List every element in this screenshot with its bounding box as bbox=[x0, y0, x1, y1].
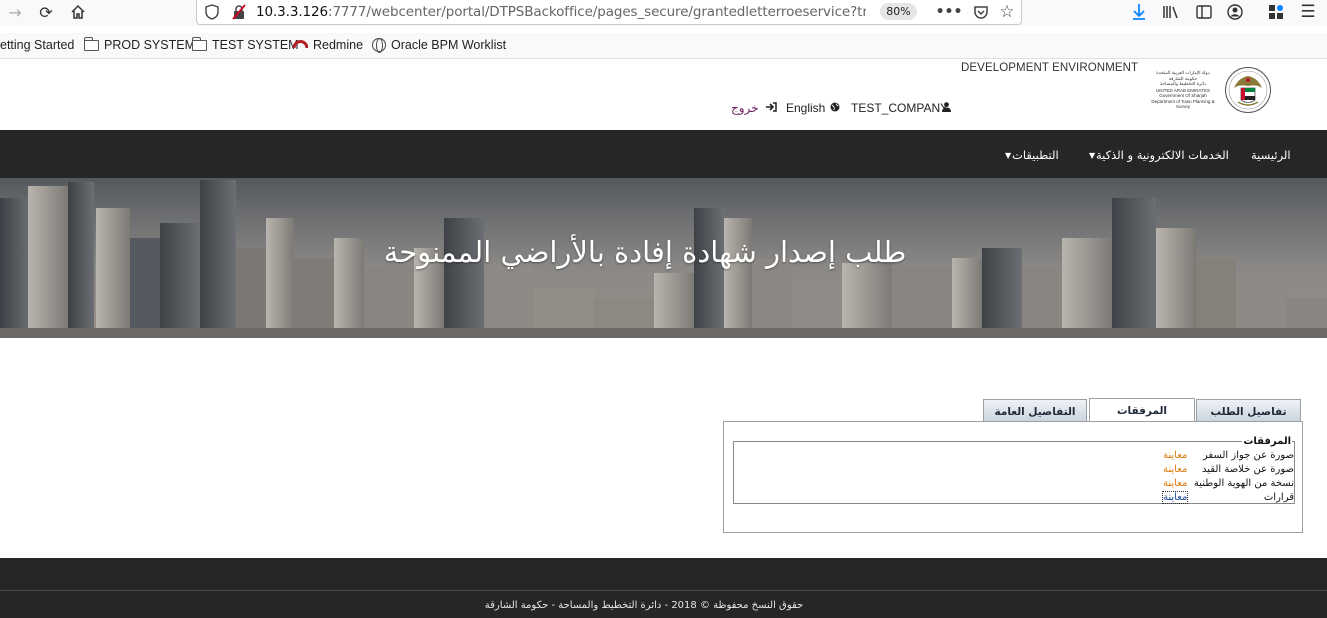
gov-line: دائرة التخطيط والمساحة bbox=[1159, 81, 1207, 86]
browser-toolbar: → ⟳ 10.3.3.126:7777/webcenter/portal/DTP… bbox=[0, 0, 1327, 26]
bookmarks-bar: etting Started PROD SYSTEM TEST SYSTEM R… bbox=[0, 33, 1327, 59]
attachment-name: صورة عن جواز السفر bbox=[1202, 450, 1294, 461]
bookmark-redmine[interactable]: Redmine bbox=[292, 38, 364, 52]
attachment-name: صورة عن خلاصة القيد bbox=[1202, 464, 1294, 475]
sidebar-icon[interactable] bbox=[1193, 1, 1215, 23]
url-host: 10.3.3.126 bbox=[256, 4, 328, 20]
tab-request-details[interactable]: تفاصيل الطلب bbox=[1196, 399, 1301, 423]
attachment-name: نسخة من الهوية الوطنية bbox=[1193, 478, 1294, 489]
home-icon[interactable] bbox=[67, 1, 89, 23]
insecure-lock-icon[interactable] bbox=[230, 3, 248, 21]
attachment-row: نسخة من الهوية الوطنية معاينة bbox=[732, 478, 1294, 492]
bookmark-label: Redmine bbox=[313, 38, 364, 52]
extensions-icon[interactable] bbox=[1265, 1, 1287, 23]
government-text-logo: دولة الإمارات العربية المتحدة حكومة الشا… bbox=[1148, 70, 1218, 110]
sharjah-emblem-logo bbox=[1224, 66, 1272, 114]
bookmark-star-icon[interactable]: ☆ bbox=[998, 2, 1016, 22]
logout-link[interactable]: خروج bbox=[731, 101, 759, 115]
url-text[interactable]: 10.3.3.126:7777/webcenter/portal/DTPSBac… bbox=[256, 4, 866, 20]
zoom-level-badge[interactable]: 80% bbox=[880, 3, 917, 20]
bookmark-getting-started[interactable]: etting Started bbox=[0, 38, 74, 52]
redmine-icon bbox=[292, 38, 309, 52]
gov-line: دولة الإمارات العربية المتحدة bbox=[1156, 70, 1210, 75]
nav-eservices-label: الخدمات الالكترونية و الذكية bbox=[1096, 148, 1229, 162]
more-actions-icon[interactable]: ••• bbox=[936, 3, 963, 21]
pocket-icon[interactable] bbox=[972, 3, 990, 21]
copyright-text: حقوق النسخ محفوظة © 2018 - دائرة التخطيط… bbox=[484, 600, 804, 611]
account-icon[interactable] bbox=[1224, 1, 1246, 23]
site-footer: حقوق النسخ محفوظة © 2018 - دائرة التخطيط… bbox=[0, 558, 1327, 618]
reload-icon[interactable]: ⟳ bbox=[35, 1, 57, 23]
bookmark-label: PROD SYSTEM bbox=[104, 38, 195, 52]
attachments-fieldset: المرفقات صورة عن جواز السفر معاينة صورة … bbox=[732, 436, 1295, 506]
language-switch-link[interactable]: English bbox=[786, 101, 825, 115]
dropdown-caret-icon[interactable]: ▼ bbox=[1089, 151, 1095, 160]
dropdown-caret-icon[interactable]: ▼ bbox=[1005, 151, 1011, 160]
bookmark-label: etting Started bbox=[0, 38, 75, 52]
gov-line: Department of Town Planning & Survey bbox=[1151, 98, 1215, 110]
bookmark-oracle-bpm[interactable]: Oracle BPM Worklist bbox=[372, 38, 507, 53]
attachment-name: قرارات bbox=[1263, 492, 1294, 503]
bookmark-label: TEST SYSTEM bbox=[212, 38, 299, 52]
library-icon[interactable] bbox=[1160, 1, 1182, 23]
globe-icon bbox=[372, 38, 386, 53]
attachments-panel: المرفقات صورة عن جواز السفر معاينة صورة … bbox=[723, 421, 1303, 533]
preview-link[interactable]: معاينة bbox=[1161, 491, 1189, 504]
forward-icon[interactable]: → bbox=[4, 1, 26, 23]
menu-icon[interactable]: ☰ bbox=[1297, 1, 1319, 23]
shield-icon[interactable] bbox=[203, 3, 221, 21]
page-title: طلب إصدار شهادة إفادة بالأراضي الممنوحة bbox=[383, 235, 907, 269]
preview-link[interactable]: معاينة bbox=[1163, 478, 1187, 489]
url-bar[interactable]: 10.3.3.126:7777/webcenter/portal/DTPSBac… bbox=[196, 0, 1022, 25]
attachment-row: صورة عن جواز السفر معاينة bbox=[732, 450, 1294, 464]
tab-attachments[interactable]: المرفقات bbox=[1089, 398, 1195, 423]
tab-general-details[interactable]: التفاصيل العامة bbox=[983, 399, 1087, 423]
nav-eservices[interactable]: الخدمات الالكترونية و الذكية bbox=[1096, 148, 1229, 162]
footer-divider bbox=[0, 590, 1327, 591]
folder-icon bbox=[83, 36, 99, 51]
attachment-row: صورة عن خلاصة القيد معاينة bbox=[732, 464, 1294, 478]
preview-link[interactable]: معاينة bbox=[1163, 450, 1187, 461]
attachments-legend: المرفقات bbox=[1242, 436, 1292, 447]
user-icon bbox=[942, 102, 951, 115]
sign-out-icon[interactable] bbox=[766, 102, 777, 115]
main-navigation: الرئيسية الخدمات الالكترونية و الذكية ▼ … bbox=[0, 130, 1327, 178]
environment-label: DEVELOPMENT ENVIRONMENT bbox=[961, 62, 1139, 74]
bookmark-prod-system[interactable]: PROD SYSTEM bbox=[83, 36, 195, 52]
nav-apps[interactable]: التطبيقات bbox=[1012, 148, 1059, 162]
site-header: DEVELOPMENT ENVIRONMENT خروج English TES… bbox=[0, 60, 1327, 130]
company-name[interactable]: TEST_COMPANY bbox=[851, 101, 948, 115]
attachment-row: قرارات معاينة bbox=[732, 491, 1294, 506]
folder-icon bbox=[191, 36, 207, 51]
bookmark-label: Oracle BPM Worklist bbox=[391, 38, 507, 52]
hero-banner: طلب إصدار شهادة إفادة بالأراضي الممنوحة bbox=[0, 178, 1327, 338]
url-path: :7777/webcenter/portal/DTPSBackoffice/pa… bbox=[328, 4, 866, 20]
bookmark-test-system[interactable]: TEST SYSTEM bbox=[191, 36, 299, 52]
download-icon[interactable] bbox=[1128, 1, 1150, 23]
globe-icon[interactable] bbox=[830, 102, 840, 115]
preview-link[interactable]: معاينة bbox=[1163, 464, 1187, 475]
nav-home[interactable]: الرئيسية bbox=[1251, 148, 1291, 162]
